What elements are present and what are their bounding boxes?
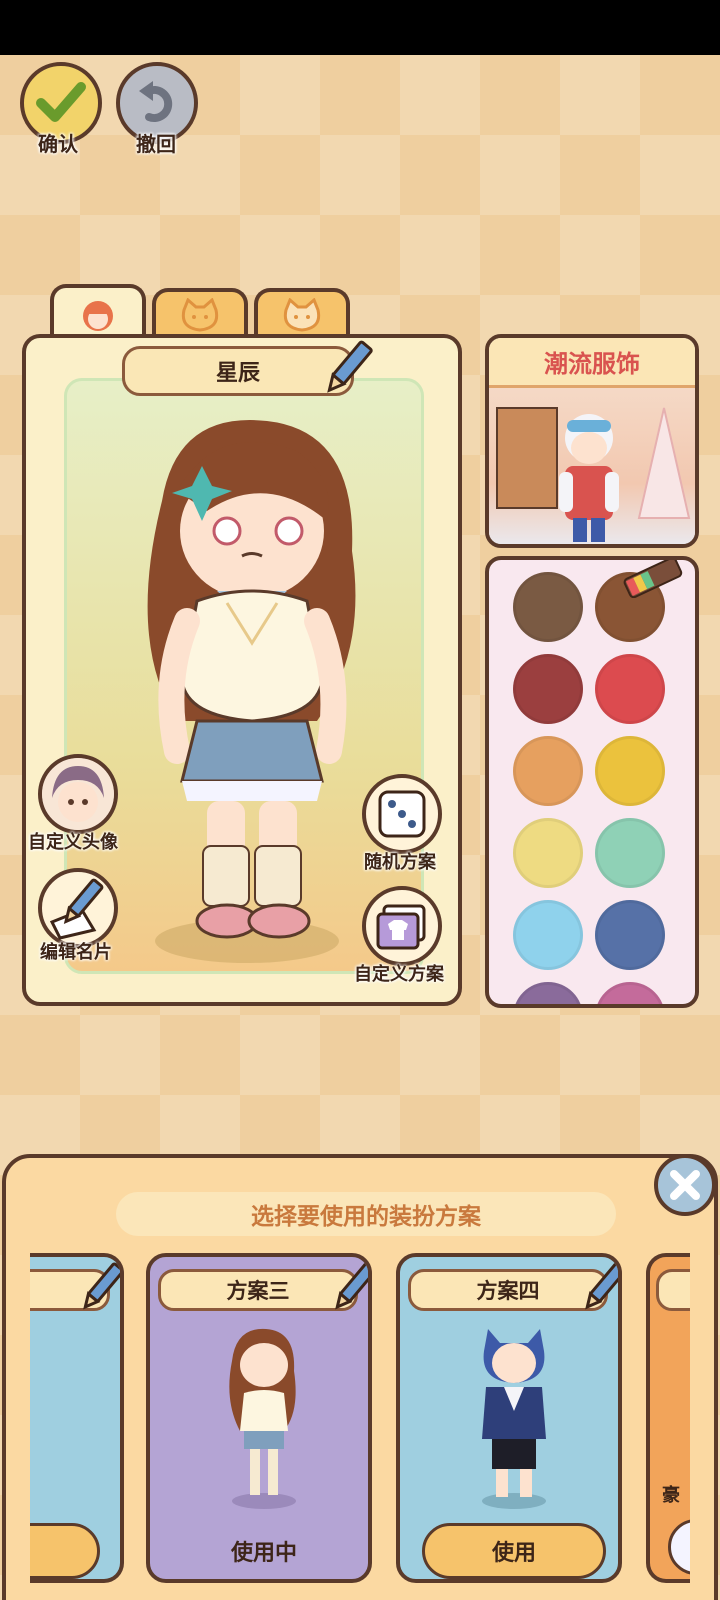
girl-face-icon xyxy=(83,301,113,331)
sheet-title: 选择要使用的装扮方案 xyxy=(116,1192,616,1236)
dice-icon xyxy=(378,790,426,838)
character-illustration xyxy=(147,420,356,963)
edit-card-label: 编辑名片 xyxy=(40,942,112,963)
undo-arrow-icon xyxy=(139,81,173,122)
confirm-label: 确认 xyxy=(38,132,78,156)
wardrobe-icon xyxy=(376,904,426,950)
pencil-icon[interactable] xyxy=(323,337,373,399)
plan-name: 方案四 xyxy=(408,1269,608,1311)
custom-avatar-label: 自定义头像 xyxy=(28,832,118,853)
color-swatch[interactable] xyxy=(595,736,665,806)
plan-name: 方案三 xyxy=(158,1269,358,1311)
color-palette-card xyxy=(485,556,699,1008)
close-icon xyxy=(670,1170,700,1200)
plan-in-use-status: 使用中 xyxy=(230,1541,297,1566)
color-swatch[interactable] xyxy=(513,982,583,1004)
custom-plan-button[interactable] xyxy=(362,886,442,966)
custom-color-tag-icon[interactable] xyxy=(617,558,687,598)
cat-face-icon xyxy=(181,298,219,332)
close-button[interactable] xyxy=(654,1154,716,1216)
color-swatch[interactable] xyxy=(595,982,665,1004)
plan-card-partial-right[interactable]: 豪 xyxy=(646,1253,690,1583)
trend-illustration xyxy=(496,407,691,542)
partial-plan-text: 豪 xyxy=(662,1485,680,1506)
character-stage xyxy=(64,378,424,974)
character-name: 星辰 xyxy=(215,361,260,386)
color-swatch[interactable] xyxy=(513,736,583,806)
tab-pet-1[interactable] xyxy=(152,288,248,340)
trend-preview-image xyxy=(489,388,695,544)
status-bar xyxy=(0,0,720,55)
custom-plan-label: 自定义方案 xyxy=(354,964,444,985)
color-swatch[interactable] xyxy=(513,818,583,888)
pencil-icon[interactable] xyxy=(80,1259,124,1315)
plan-card-partial-left[interactable] xyxy=(30,1253,124,1583)
checkmark-icon xyxy=(36,82,86,122)
avatar-icon xyxy=(42,758,114,830)
tab-character[interactable] xyxy=(50,284,146,340)
plan-card-4[interactable]: 方案四 使用 xyxy=(396,1253,622,1583)
character-card: 星辰 自定义头像 编辑名片 随机方案 自定义方案 xyxy=(22,334,462,1006)
cat-face-icon xyxy=(283,298,321,332)
plan-character-thumbnail xyxy=(482,1329,546,1509)
color-swatch[interactable] xyxy=(595,654,665,724)
custom-avatar-button[interactable] xyxy=(38,754,118,834)
color-swatch[interactable] xyxy=(595,900,665,970)
plan-character-thumbnail xyxy=(229,1328,296,1509)
trend-title: 潮流服饰 xyxy=(489,338,695,388)
color-swatch[interactable] xyxy=(513,572,583,642)
tab-pet-2[interactable] xyxy=(254,288,350,340)
color-swatch[interactable] xyxy=(513,654,583,724)
plan-use-button[interactable]: 使用 xyxy=(422,1523,606,1579)
color-swatch[interactable] xyxy=(513,900,583,970)
undo-label: 撤回 xyxy=(136,132,176,156)
random-plan-label: 随机方案 xyxy=(364,852,436,873)
edit-card-icon xyxy=(49,878,104,940)
pencil-icon[interactable] xyxy=(582,1259,622,1315)
color-swatch[interactable] xyxy=(595,818,665,888)
pencil-icon[interactable] xyxy=(332,1259,372,1315)
plan-card-3[interactable]: 方案三 使用中 xyxy=(146,1253,372,1583)
character-name-plate[interactable]: 星辰 xyxy=(122,340,373,396)
trend-fashion-card[interactable]: 潮流服饰 xyxy=(485,334,699,548)
edit-card-button[interactable] xyxy=(38,868,118,948)
random-plan-button[interactable] xyxy=(362,774,442,854)
